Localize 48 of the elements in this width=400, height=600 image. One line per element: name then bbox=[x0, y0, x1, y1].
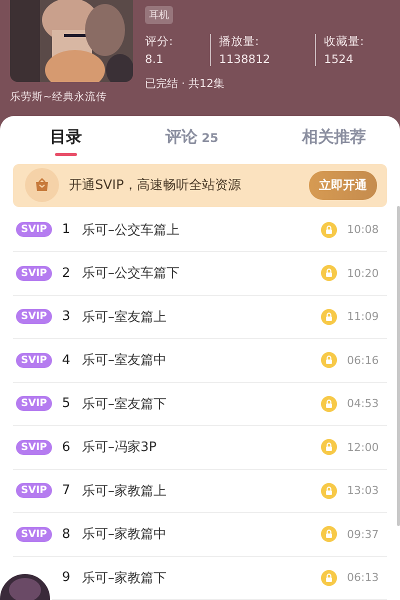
duration: 11:09 bbox=[347, 310, 380, 324]
status-text: 已完结 · 共12集 bbox=[145, 76, 226, 91]
episode-number: 1 bbox=[62, 222, 72, 238]
vip-badge: SVIP bbox=[16, 396, 52, 412]
vip-badge: SVIP bbox=[16, 309, 52, 324]
duration: 04:53 bbox=[347, 397, 380, 410]
episode-title[interactable]: 乐可–公交车篇下 bbox=[82, 264, 311, 282]
episode-title[interactable]: 乐可–公交车篇上 bbox=[82, 220, 311, 239]
duration: 12:00 bbox=[347, 440, 380, 454]
stat-value: 1524 bbox=[324, 52, 354, 66]
stat-value: 8.1 bbox=[145, 52, 164, 66]
episode-number: 9 bbox=[62, 570, 72, 586]
album-title: 乐劳斯~经典永流传 bbox=[10, 90, 108, 104]
banner-text: 开通SVIP，高速畅听全站资源 bbox=[69, 177, 242, 194]
duration: 06:16 bbox=[347, 354, 380, 367]
episode-number: 8 bbox=[62, 526, 72, 542]
episode-number: 3 bbox=[62, 309, 72, 324]
episode-number: 6 bbox=[62, 440, 72, 455]
duration: 06:13 bbox=[347, 571, 380, 584]
episode-title[interactable]: 乐可–室友篇上 bbox=[82, 308, 311, 326]
episode-number: 4 bbox=[62, 352, 72, 368]
duration: 13:03 bbox=[347, 484, 380, 498]
vip-badge: SVIP bbox=[16, 440, 52, 455]
episode-title[interactable]: 乐可–家教篇下 bbox=[82, 568, 311, 587]
episode-title[interactable]: 乐可–家教篇上 bbox=[82, 482, 311, 500]
vip-badge: SVIP bbox=[16, 352, 52, 368]
duration: 10:08 bbox=[347, 223, 380, 236]
vip-badge: SVIP bbox=[16, 266, 52, 281]
episode-title[interactable]: 乐可–家教篇中 bbox=[82, 525, 311, 544]
stat-label: 收藏量: bbox=[324, 34, 365, 49]
episode-number: 5 bbox=[62, 396, 72, 412]
vip-badge: SVIP bbox=[16, 483, 52, 498]
scrollbar[interactable] bbox=[397, 206, 400, 526]
duration: 10:20 bbox=[347, 266, 380, 280]
vip-badge: SVIP bbox=[16, 222, 52, 238]
episode-number: 7 bbox=[62, 483, 72, 498]
bag-icon bbox=[25, 168, 59, 202]
episode-title[interactable]: 乐可–室友篇中 bbox=[82, 351, 311, 370]
stat-value: 1138812 bbox=[219, 52, 272, 66]
stat-label: 播放量: bbox=[219, 34, 260, 49]
tab[interactable]: 目录 bbox=[50, 126, 82, 156]
stat-label: 评分: bbox=[145, 34, 174, 49]
vip-badge: SVIP bbox=[16, 526, 52, 542]
duration: 09:37 bbox=[347, 528, 380, 541]
episode-title[interactable]: 乐可–室友篇下 bbox=[82, 394, 311, 413]
episode-title[interactable]: 乐可–冯家3P bbox=[82, 438, 311, 456]
episode-number: 2 bbox=[62, 266, 72, 281]
tag: 耳机 bbox=[145, 6, 173, 24]
